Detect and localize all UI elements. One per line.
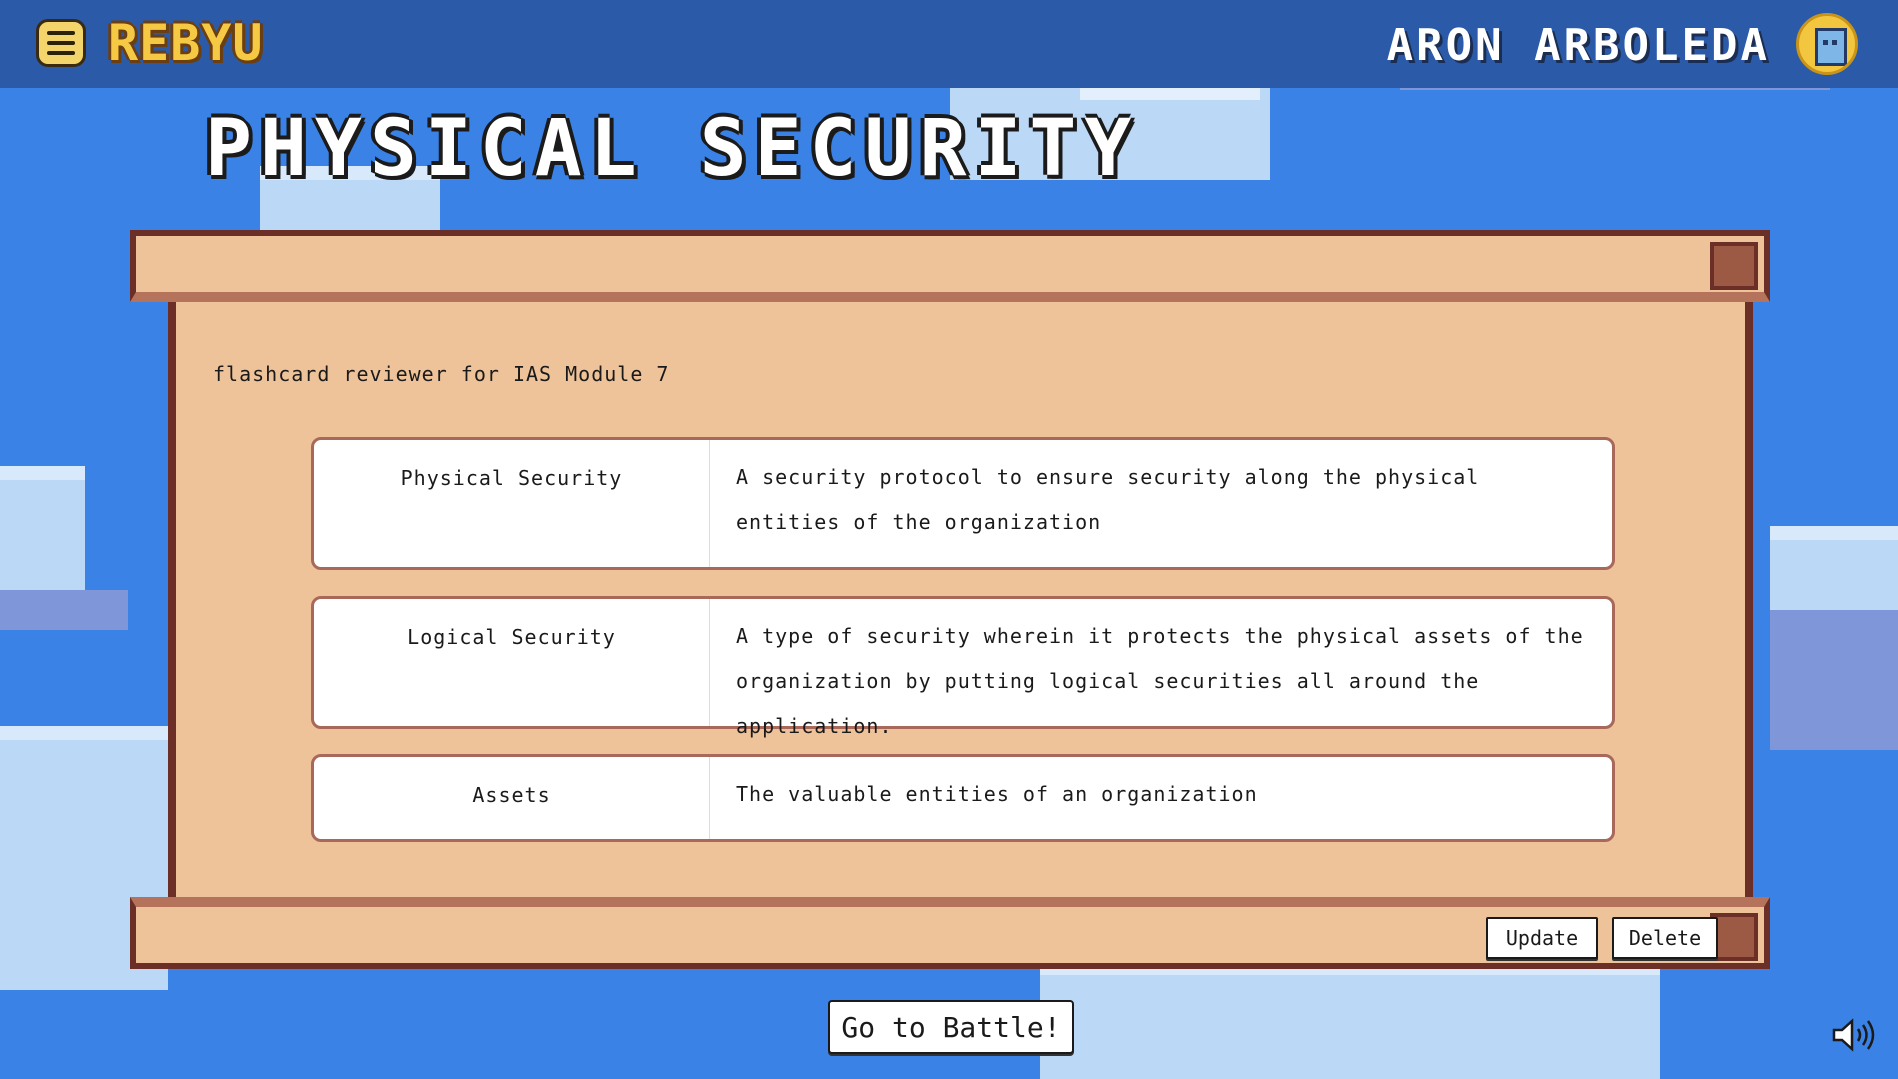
- flashcard-row: Physical Security A security protocol to…: [311, 437, 1615, 570]
- cloud-decoration: [1770, 540, 1898, 620]
- flashcard-row: Assets The valuable entities of an organ…: [311, 754, 1615, 842]
- cloud-decoration: [0, 480, 85, 590]
- speaker-volume-icon[interactable]: [1830, 1018, 1880, 1052]
- cloud-decoration: [0, 590, 128, 630]
- user-name: ARON ARBOLEDA: [1386, 20, 1770, 71]
- go-to-battle-button[interactable]: Go to Battle!: [828, 1000, 1074, 1054]
- flashcard-term: Logical Security: [314, 599, 710, 726]
- scroll-top-roll: [130, 230, 1770, 302]
- reviewer-description: flashcard reviewer for IAS Module 7: [213, 362, 670, 386]
- cloud-decoration: [1040, 975, 1660, 1079]
- top-navigation-bar: REBYU ARON ARBOLEDA: [0, 0, 1898, 88]
- hamburger-menu-icon[interactable]: [36, 19, 86, 67]
- delete-button[interactable]: Delete: [1612, 917, 1718, 959]
- app-logo[interactable]: REBYU: [108, 14, 264, 72]
- cloud-decoration: [1770, 610, 1898, 750]
- player-avatar-icon[interactable]: [1796, 13, 1858, 75]
- flashcard-term: Physical Security: [314, 440, 710, 567]
- update-button[interactable]: Update: [1486, 917, 1598, 959]
- flashcard-definition: A type of security wherein it protects t…: [736, 624, 1584, 738]
- flashcard-term: Assets: [314, 757, 710, 839]
- flashcard-definition: The valuable entities of an organization: [736, 782, 1258, 806]
- flashcard-definition: A security protocol to ensure security a…: [736, 465, 1480, 534]
- page-title: PHYSICAL SECURITY: [205, 104, 1140, 194]
- flashcard-row: Logical Security A type of security wher…: [311, 596, 1615, 738]
